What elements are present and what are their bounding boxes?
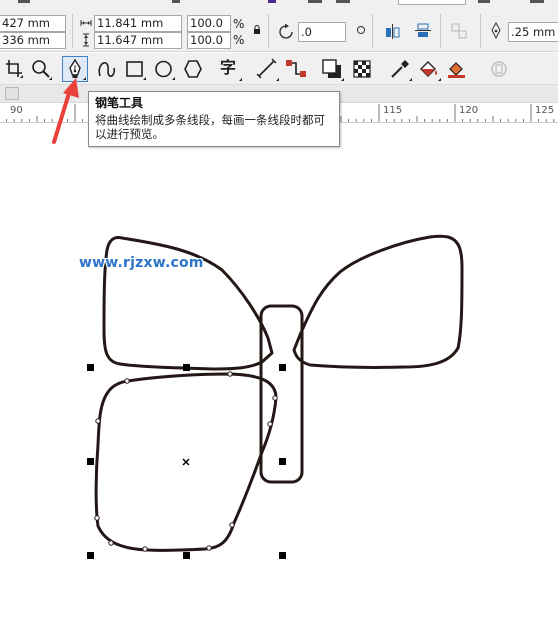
node-point[interactable] <box>124 378 130 384</box>
ruler-label-125: 125 <box>535 105 555 116</box>
rotation-field[interactable]: .0 <box>298 22 346 42</box>
selection-handle[interactable] <box>279 364 286 371</box>
degree-icon <box>357 26 365 34</box>
disabled-tool[interactable] <box>486 56 512 82</box>
smart-fill-icon <box>448 62 465 78</box>
crop-tool[interactable] <box>1 56 27 82</box>
cutoff-icon-4[interactable] <box>308 0 322 3</box>
dimension-icon <box>256 58 279 81</box>
selection-handle[interactable] <box>279 552 286 559</box>
transparency-tool[interactable] <box>349 56 375 82</box>
smart-fill-tool[interactable] <box>444 56 470 82</box>
selection-handle[interactable] <box>279 458 286 465</box>
node-point[interactable] <box>227 371 233 377</box>
drop-shadow-tool[interactable] <box>319 56 345 82</box>
scale-x-field[interactable]: 100.0 <box>187 15 231 32</box>
node-point[interactable] <box>267 421 273 427</box>
selection-handle[interactable] <box>183 552 190 559</box>
height-icon <box>83 33 89 47</box>
drop-shadow-icon <box>322 59 344 81</box>
separator <box>480 14 481 48</box>
ruler-label-115: 115 <box>383 105 403 116</box>
ellipse-tool[interactable] <box>151 56 177 82</box>
mirror-horizontal-icon[interactable] <box>384 22 402 40</box>
document-tab-icon[interactable] <box>5 87 19 100</box>
position-y-field[interactable]: 336 mm <box>0 32 66 49</box>
node-point[interactable] <box>206 545 212 551</box>
scale-y-field[interactable]: 100.0 <box>187 32 231 49</box>
crop-icon <box>6 60 23 78</box>
ellipse-icon <box>155 60 175 80</box>
eyedropper-icon <box>391 60 412 81</box>
connector-icon <box>286 60 306 77</box>
scale-y-unit: % <box>233 33 245 47</box>
selection-handle[interactable] <box>183 364 190 371</box>
cutoff-field[interactable] <box>398 0 466 5</box>
polygon-icon <box>184 60 202 78</box>
lock-ratio-icon[interactable] <box>253 25 261 35</box>
selection-handle[interactable] <box>87 364 94 371</box>
node-point[interactable] <box>229 522 235 528</box>
eyedropper-tool[interactable] <box>387 56 413 82</box>
brush-curve-icon <box>98 61 116 77</box>
tooltip-body: 将曲线绘制成多条线段，每画一条线段时都可以进行预览。 <box>95 113 325 141</box>
separator <box>268 14 269 48</box>
scale-x-unit: % <box>233 17 245 31</box>
checkerboard-icon <box>353 60 371 78</box>
disabled-tool-icon <box>491 61 507 77</box>
rectangle-tool[interactable] <box>122 56 148 82</box>
drawing-canvas[interactable] <box>0 124 558 630</box>
node-point[interactable] <box>108 540 114 546</box>
interactive-fill-tool[interactable] <box>416 56 442 82</box>
outline-pen-icon <box>491 22 501 40</box>
separator <box>372 14 373 48</box>
outline-width-field[interactable]: .25 mm <box>508 22 558 42</box>
polygon-tool[interactable] <box>180 56 206 82</box>
width-icon <box>80 20 92 26</box>
node-point[interactable] <box>95 418 101 424</box>
cutoff-icon-3[interactable] <box>268 0 276 3</box>
selection-handle[interactable] <box>87 458 94 465</box>
cutoff-icon-2[interactable] <box>172 0 180 3</box>
tooltip-title: 钢笔工具 <box>95 96 144 110</box>
artistic-media-tool[interactable] <box>94 56 120 82</box>
right-upper-wing-path[interactable] <box>292 234 464 369</box>
paint-bucket-icon <box>420 61 441 81</box>
ruler-label-90: 90 <box>10 105 23 116</box>
text-tool-corner-icon <box>239 78 242 81</box>
rectangle-icon <box>126 61 146 80</box>
node-point[interactable] <box>94 515 100 521</box>
node-point[interactable] <box>142 546 148 552</box>
dimension-tool[interactable] <box>254 56 280 82</box>
ruler-label-120: 120 <box>459 105 479 116</box>
rotate-icon <box>279 23 293 39</box>
node-point[interactable] <box>272 395 278 401</box>
tool-tooltip: 钢笔工具 将曲线绘制成多条线段，每画一条线段时都可以进行预览。 <box>88 91 340 147</box>
cutoff-icon-6[interactable] <box>478 0 490 3</box>
selection-handle[interactable] <box>87 552 94 559</box>
separator <box>440 14 441 48</box>
cutoff-icon-7[interactable] <box>530 0 544 3</box>
connector-tool[interactable] <box>283 56 309 82</box>
cutoff-icon-1[interactable] <box>18 0 30 3</box>
annotation-arrow-icon <box>52 78 79 144</box>
position-x-field[interactable]: 427 mm <box>0 15 66 32</box>
property-bar: 427 mm 336 mm 11.841 mm 11.647 mm 100.0 … <box>0 0 558 52</box>
cutoff-icon-5[interactable] <box>336 0 350 3</box>
mirror-vertical-icon[interactable] <box>414 22 432 40</box>
text-tool[interactable]: 字 <box>217 56 243 82</box>
watermark-text: www.rjzxw.com <box>79 255 204 271</box>
butterfly-drawing <box>87 234 464 559</box>
object-width-field[interactable]: 11.841 mm <box>94 15 182 32</box>
object-height-field[interactable]: 11.647 mm <box>94 32 182 49</box>
separator <box>72 14 73 48</box>
convert-to-curves-icon[interactable] <box>450 22 468 40</box>
